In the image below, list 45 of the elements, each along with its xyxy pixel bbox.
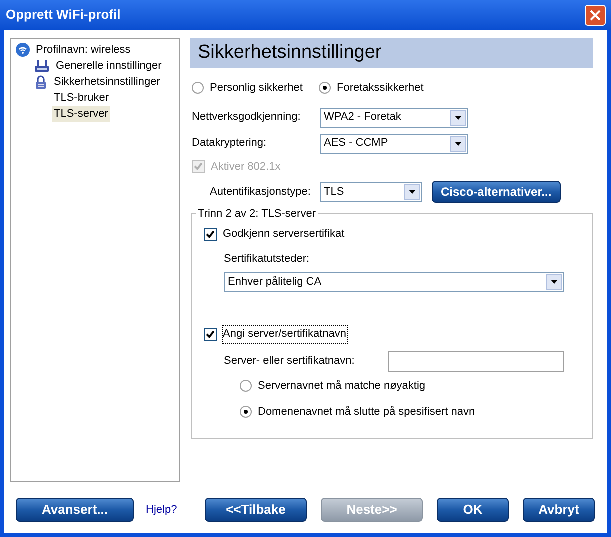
help-link[interactable]: Hjelp?: [146, 502, 178, 518]
cisco-options-button[interactable]: Cisco-alternativer...: [432, 181, 561, 203]
radio-label: Personlig sikkerhet: [210, 81, 303, 96]
radio-label: Domenenavnet må slutte på spesifisert navn: [258, 405, 476, 420]
close-icon: [590, 10, 601, 20]
dropdown[interactable]: AES - CCMP: [320, 134, 468, 154]
caret-icon: [450, 110, 466, 126]
checkbox-label: Godkjenn serversertifikat: [223, 227, 345, 242]
radio-label: Foretakssikkerhet: [337, 81, 424, 96]
field-label: Nettverksgodkjenning:: [192, 110, 302, 126]
window-title: Opprett WiFi-profil: [6, 6, 121, 24]
checkbox-label: Angi server/sertifikatnavn: [223, 326, 346, 342]
dropdown[interactable]: TLS: [320, 182, 422, 202]
radio-button[interactable]: [192, 82, 204, 94]
checkbox-label: Aktiver 802.1x: [211, 160, 281, 174]
caret-icon: [546, 274, 562, 290]
dialog-button[interactable]: <<Tilbake: [205, 498, 307, 522]
tree-item[interactable]: TLS-server: [52, 106, 110, 122]
section-header: Sikkerhetsinnstillinger: [190, 38, 593, 68]
tree-item[interactable]: Profilnavn: wireless: [34, 42, 133, 58]
radio-label: Servernavnet må matche nøyaktig: [258, 378, 426, 394]
dialog-button[interactable]: Avansert...: [16, 498, 134, 522]
close-button[interactable]: [585, 4, 606, 26]
field-label: Datakryptering:: [192, 136, 268, 152]
dialog-button[interactable]: Avbryt: [523, 498, 595, 522]
caret-icon: [404, 184, 420, 200]
field-label: Autentifikasjonstype:: [209, 184, 312, 200]
dropdown[interactable]: WPA2 - Foretak: [320, 108, 468, 128]
radio-button[interactable]: [240, 406, 252, 418]
dialog-button[interactable]: OK: [437, 498, 509, 522]
network-icon: [34, 59, 50, 73]
input-field[interactable]: [388, 350, 564, 372]
tree-item[interactable]: Generelle innstillinger: [54, 58, 164, 74]
field-label: Sertifikatutsteder:: [224, 252, 311, 266]
radio-button[interactable]: [240, 380, 252, 392]
field-label: Server- eller sertifikatnavn:: [224, 354, 356, 369]
wifi-icon: [16, 43, 30, 57]
tree-item[interactable]: TLS-bruker: [52, 90, 112, 106]
caret-icon: [450, 136, 466, 152]
dropdown[interactable]: Enhver pålitelig CA: [224, 272, 564, 292]
checkbox[interactable]: [204, 228, 217, 241]
lock-icon: [34, 74, 48, 90]
checkbox[interactable]: [204, 328, 217, 341]
tree-item[interactable]: Sikkerhetsinnstillinger: [52, 74, 162, 90]
radio-button[interactable]: [319, 82, 331, 94]
